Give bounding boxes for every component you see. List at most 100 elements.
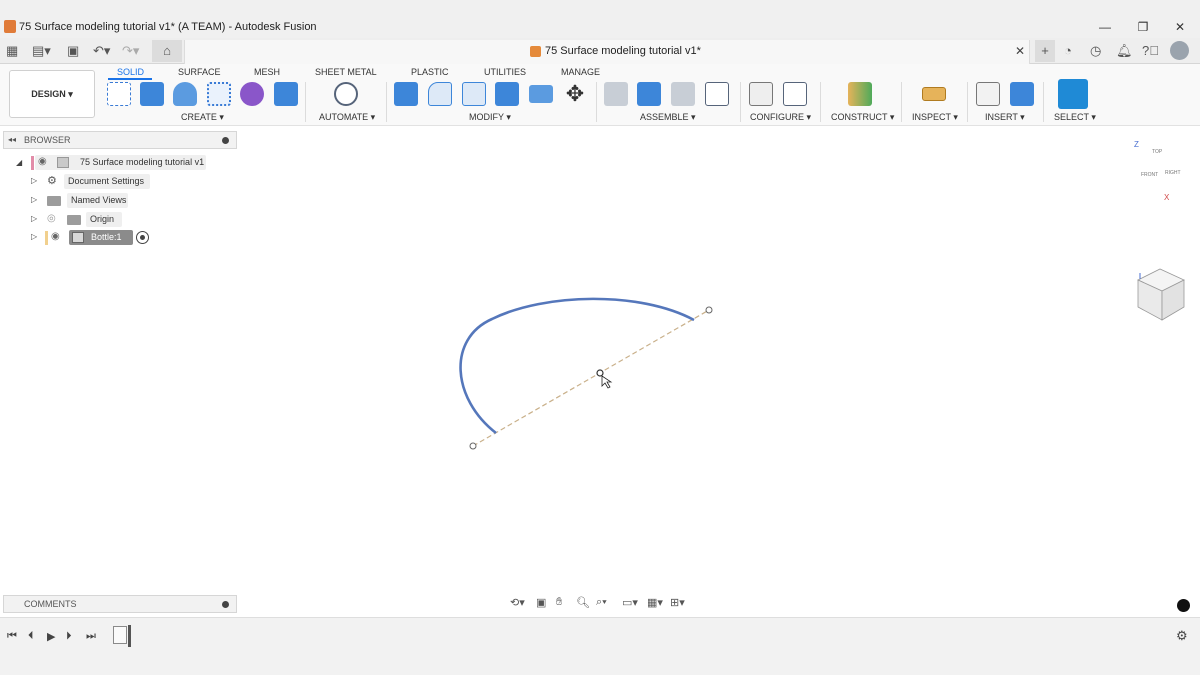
go-to-end-icon[interactable]: ⏭ [86, 630, 96, 643]
viewcube-x-label: X [1164, 193, 1170, 202]
undo-icon[interactable]: ↶▾ [93, 42, 110, 60]
step-forward-icon[interactable]: ⏵ [66, 630, 72, 643]
create-sketch-icon[interactable] [107, 82, 131, 106]
timeline-settings-gear-icon[interactable]: ⚙ [1176, 628, 1188, 644]
tab-surface[interactable]: SURFACE [178, 67, 221, 77]
window-title: 75 Surface modeling tutorial v1* (A TEAM… [19, 21, 317, 33]
as-built-joint-icon[interactable] [671, 82, 695, 106]
spline-curve[interactable] [459, 297, 695, 435]
canvas-viewport[interactable] [0, 127, 1200, 593]
display-settings-icon[interactable]: ▭▾ [622, 596, 638, 609]
play-icon[interactable]: ▶ [47, 630, 55, 643]
look-at-icon[interactable]: ▣ [536, 596, 546, 609]
form-icon[interactable] [240, 82, 264, 106]
configure-menu[interactable]: CONFIGURE ▾ [750, 112, 811, 123]
home-icon[interactable]: ⌂ [152, 40, 182, 62]
grid-settings-icon[interactable]: ▦▾ [647, 596, 663, 609]
zoom-icon[interactable]: 🔍︎ [576, 596, 590, 609]
modify-menu[interactable]: MODIFY ▾ [469, 112, 511, 123]
offset-face-icon[interactable] [529, 85, 553, 103]
tab-solid[interactable]: SOLID [117, 67, 144, 77]
create-menu[interactable]: CREATE ▾ [181, 112, 224, 123]
tab-plastic[interactable]: PLASTIC [411, 67, 449, 77]
app-grid-icon[interactable]: ▦ [6, 42, 18, 60]
viewcube-right-label[interactable]: RIGHT [1165, 170, 1181, 176]
configuration-table-icon[interactable] [783, 82, 807, 106]
document-tab-close-button[interactable]: ✕ [1015, 44, 1025, 58]
bill-of-materials-icon[interactable] [705, 82, 729, 106]
select-icon[interactable] [1058, 79, 1088, 109]
revolve-icon[interactable] [173, 82, 197, 106]
step-back-icon[interactable]: ⏴ [28, 630, 34, 643]
offset-plane-icon[interactable] [848, 82, 872, 106]
go-to-start-icon[interactable]: ⏮ [7, 630, 17, 643]
avatar[interactable] [1170, 41, 1189, 60]
start-point-handle[interactable] [469, 442, 477, 450]
press-pull-icon[interactable] [394, 82, 418, 106]
tab-mesh[interactable]: MESH [254, 67, 280, 77]
mid-point-handle[interactable] [596, 369, 604, 377]
redo-icon[interactable]: ↷▾ [122, 42, 139, 60]
group-divider [901, 82, 902, 122]
joint-icon[interactable] [637, 82, 661, 106]
viewcube-front-label[interactable]: FRONT [1141, 172, 1158, 178]
feedback-icon[interactable] [1177, 599, 1190, 612]
sweep-icon[interactable] [207, 82, 231, 106]
job-status-icon[interactable]: ◷ [1090, 42, 1101, 60]
file-menu-icon[interactable]: ▤▾ [32, 42, 51, 60]
sketch-feature-icon[interactable] [113, 626, 127, 644]
comments-panel-header[interactable]: COMMENTS [3, 595, 237, 613]
save-icon[interactable]: ▣ [67, 42, 79, 60]
insert-menu[interactable]: INSERT ▾ [985, 112, 1025, 123]
navigation-bar: ⟲▾ ▣ ✋︎ 🔍︎ ⌕▾ ▭▾ ▦▾ ⊞▾ [508, 593, 692, 613]
document-tab[interactable]: 75 Surface modeling tutorial v1* ✕ [184, 40, 1030, 64]
new-tab-icon[interactable]: + [1035, 40, 1055, 62]
box-icon[interactable] [274, 82, 298, 106]
close-window-button[interactable]: ✕ [1171, 18, 1189, 36]
measure-icon[interactable] [922, 87, 946, 101]
insert-canvas-icon[interactable] [1010, 82, 1034, 106]
maximize-button[interactable]: ❐ [1134, 18, 1152, 36]
combine-icon[interactable] [495, 82, 519, 106]
group-divider [305, 82, 306, 122]
comments-title: COMMENTS [24, 599, 77, 609]
timeline-marker[interactable] [128, 625, 131, 647]
workspace-switcher[interactable]: DESIGN ▾ [9, 70, 95, 118]
group-divider [596, 82, 597, 122]
inspect-menu[interactable]: INSPECT ▾ [912, 112, 958, 123]
pan-icon[interactable]: ✋︎ [556, 596, 562, 609]
orbit-icon[interactable]: ⟲▾ [510, 596, 525, 609]
viewcube-z-label: Z [1134, 140, 1139, 149]
construct-menu[interactable]: CONSTRUCT ▾ [831, 112, 894, 123]
minimize-button[interactable]: — [1096, 18, 1114, 36]
help-icon[interactable]: ?⃝ [1142, 42, 1159, 60]
construction-line[interactable] [472, 309, 710, 447]
end-point-handle[interactable] [705, 306, 713, 314]
pin-icon[interactable] [222, 601, 229, 608]
title-bar: 75 Surface modeling tutorial v1* (A TEAM… [0, 0, 1200, 38]
tab-sheet-metal[interactable]: SHEET METAL [315, 67, 377, 77]
group-divider [740, 82, 741, 122]
toolbar: DESIGN ▾ SOLID SURFACE MESH SHEET METAL … [0, 64, 1200, 126]
insert-derive-icon[interactable] [976, 82, 1000, 106]
automate-icon[interactable] [334, 82, 358, 106]
new-component-icon[interactable] [604, 82, 628, 106]
viewports-icon[interactable]: ⊞▾ [670, 596, 685, 609]
tab-utilities[interactable]: UTILITIES [484, 67, 526, 77]
automate-menu[interactable]: AUTOMATE ▾ [319, 112, 375, 123]
viewcube-top-label[interactable]: TOP [1152, 149, 1162, 155]
group-divider [386, 82, 387, 122]
notifications-icon[interactable]: 🔔︎ [1116, 42, 1133, 60]
select-menu[interactable]: SELECT ▾ [1054, 112, 1096, 123]
extensions-icon[interactable]: ◔ [1064, 42, 1072, 60]
shell-icon[interactable] [462, 82, 486, 106]
zoom-window-icon[interactable]: ⌕▾ [596, 596, 607, 609]
group-divider [820, 82, 821, 122]
configure-icon[interactable] [749, 82, 773, 106]
viewcube[interactable] [1137, 268, 1185, 321]
move-icon[interactable]: ✥ [563, 82, 587, 106]
assemble-menu[interactable]: ASSEMBLE ▾ [640, 112, 696, 123]
extrude-icon[interactable] [140, 82, 164, 106]
fillet-icon[interactable] [428, 82, 452, 106]
tab-manage[interactable]: MANAGE [561, 67, 600, 77]
